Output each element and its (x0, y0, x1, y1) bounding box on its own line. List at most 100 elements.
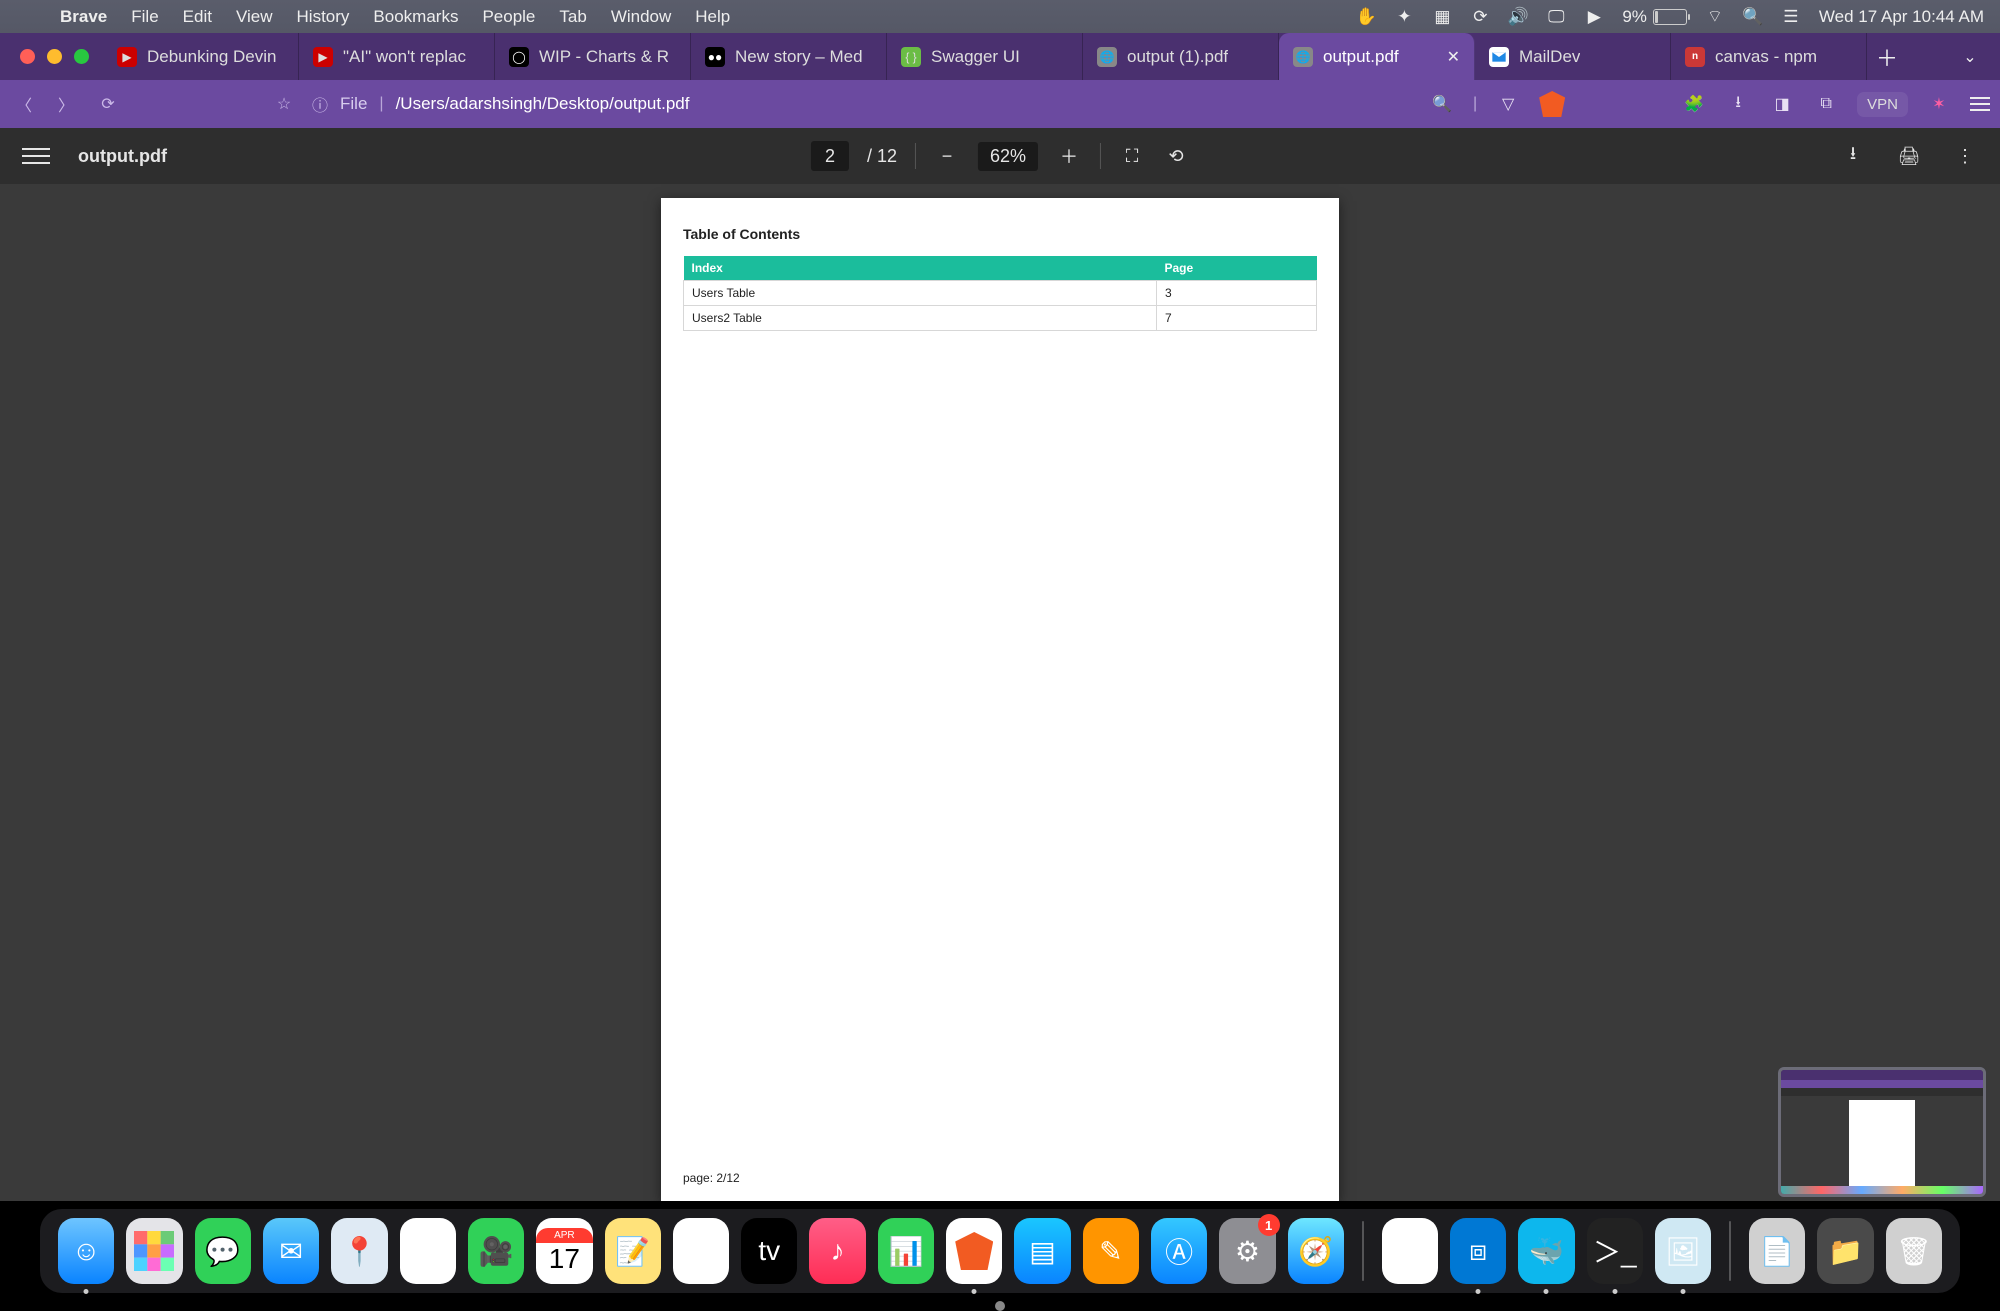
vpn-label: VPN (1867, 96, 1898, 113)
app-name[interactable]: Brave (60, 7, 107, 27)
battery-status[interactable]: 9% (1622, 7, 1687, 27)
brave-shields-icon[interactable] (1539, 91, 1565, 117)
close-tab-button[interactable]: ✕ (1447, 47, 1460, 67)
dock-terminal[interactable]: ＞_ (1587, 1218, 1643, 1284)
forward-button[interactable]: 〉 (52, 90, 80, 118)
dock-safari[interactable]: 🧭 (1288, 1218, 1344, 1284)
tab-maildev[interactable]: MailDev (1475, 33, 1671, 80)
dock-settings[interactable]: ⚙1 (1219, 1218, 1275, 1284)
dock-trash[interactable]: 🗑 (1886, 1218, 1942, 1284)
close-window-button[interactable] (20, 49, 35, 64)
tab-ai-wont-replace[interactable]: ▶ "AI" won't replac (299, 33, 495, 80)
dock-notes[interactable]: 📝 (605, 1218, 661, 1284)
menu-tab[interactable]: Tab (559, 7, 586, 27)
dock-facetime[interactable]: 🎥 (468, 1218, 524, 1284)
spotlight-icon[interactable]: 🔍 (1743, 7, 1763, 27)
zoom-out-button[interactable]: − (934, 143, 960, 169)
new-tab-button[interactable]: ＋ (1867, 33, 1907, 80)
menu-window[interactable]: Window (611, 7, 671, 27)
download-button[interactable]: ⭳ (1840, 143, 1866, 169)
tab-new-story-medium[interactable]: ●● New story – Med (691, 33, 887, 80)
dock-doc-stack[interactable]: 📄 (1749, 1218, 1805, 1284)
back-button[interactable]: 〈 (10, 90, 38, 118)
tab-canvas-npm[interactable]: n canvas - npm (1671, 33, 1867, 80)
dock-preview[interactable]: 🖼 (1655, 1218, 1711, 1284)
profile-icon[interactable]: ✶ (1926, 91, 1952, 117)
menu-people[interactable]: People (482, 7, 535, 27)
bookmark-button[interactable]: ☆ (270, 90, 298, 118)
dock-tv[interactable]: tv (741, 1218, 797, 1284)
dock-folder[interactable]: 📁 (1817, 1218, 1873, 1284)
toc-row: Users Table 3 (684, 281, 1317, 306)
dock-mail[interactable]: ✉ (263, 1218, 319, 1284)
zoom-in-button[interactable]: ＋ (1056, 143, 1082, 169)
site-info-icon[interactable]: ⓘ (312, 92, 328, 116)
zoom-level[interactable]: 62% (978, 142, 1038, 171)
fit-page-button[interactable]: ⛶ (1119, 143, 1145, 169)
dock-vscode[interactable]: ⧈ (1450, 1218, 1506, 1284)
tab-overflow-button[interactable]: ⌄ (1950, 33, 1990, 80)
address-bar[interactable]: ⓘ File | /Users/adarshsingh/Desktop/outp… (312, 92, 689, 116)
zoom-indicator-icon[interactable]: 🔍 (1429, 91, 1455, 117)
display-icon[interactable]: 🖵 (1546, 7, 1566, 27)
zoom-window-button[interactable] (74, 49, 89, 64)
menu-help[interactable]: Help (695, 7, 730, 27)
dock-launchpad[interactable] (126, 1218, 182, 1284)
volume-icon[interactable]: 🔊 (1508, 7, 1528, 27)
more-actions-button[interactable]: ⋮ (1952, 143, 1978, 169)
vpn-button[interactable]: VPN (1857, 92, 1908, 117)
wifi-icon[interactable]: ⌔ (1705, 7, 1725, 27)
pip-preview[interactable] (1778, 1067, 1986, 1197)
page-footer: page: 2/12 (683, 1171, 740, 1185)
dock-pages[interactable]: ✎ (1083, 1218, 1139, 1284)
menu-edit[interactable]: Edit (183, 7, 212, 27)
minimize-window-button[interactable] (47, 49, 62, 64)
tab-wip-charts[interactable]: ◯ WIP - Charts & R (495, 33, 691, 80)
dock-photos[interactable]: ✿ (400, 1218, 456, 1284)
dock-keynote[interactable]: ▤ (1014, 1218, 1070, 1284)
calendar-day: 17 (549, 1243, 580, 1275)
pdf-viewport[interactable]: Table of Contents Index Page Users Table… (0, 184, 2000, 1201)
menu-bookmarks[interactable]: Bookmarks (373, 7, 458, 27)
page-number-input[interactable]: 2 (811, 141, 849, 171)
menubar-clock[interactable]: Wed 17 Apr 10:44 AM (1819, 7, 1984, 27)
dock-music[interactable]: ♪ (809, 1218, 865, 1284)
control-center-icon[interactable]: ☰ (1781, 7, 1801, 27)
dock-finder[interactable]: ☺ (58, 1218, 114, 1284)
sidepanel-icon[interactable]: ◨ (1769, 91, 1795, 117)
extensions-icon[interactable]: 🧩 (1681, 91, 1707, 117)
tab-debunking-devin[interactable]: ▶ Debunking Devin (103, 33, 299, 80)
now-playing-icon[interactable]: ▶ (1584, 7, 1604, 27)
dock-maps[interactable]: 📍 (331, 1218, 387, 1284)
apple-logo-icon[interactable] (16, 7, 36, 27)
tab-label: MailDev (1519, 47, 1580, 67)
dock-brave[interactable] (946, 1218, 1002, 1284)
dock-appstore[interactable]: Ⓐ (1151, 1218, 1207, 1284)
reload-button[interactable]: ⟳ (94, 90, 122, 118)
main-menu-button[interactable] (1970, 97, 1990, 111)
pdf-sidebar-toggle[interactable] (22, 148, 50, 164)
stage-manager-icon[interactable]: ▦ (1432, 7, 1452, 27)
menu-history[interactable]: History (297, 7, 350, 27)
rotate-button[interactable]: ⟲ (1163, 143, 1189, 169)
tab-label: "AI" won't replac (343, 47, 466, 67)
rewards-icon[interactable]: ▽ (1495, 91, 1521, 117)
dock-copilot[interactable]: ✦ (1382, 1218, 1438, 1284)
sync-icon[interactable]: ⟳ (1470, 7, 1490, 27)
tab-output-pdf[interactable]: 🌐 output.pdf ✕ (1279, 33, 1475, 80)
print-button[interactable]: 🖨 (1896, 143, 1922, 169)
tab-output-1-pdf[interactable]: 🌐 output (1).pdf (1083, 33, 1279, 80)
tab-label: output (1).pdf (1127, 47, 1228, 67)
downloads-icon[interactable]: ⭳ (1725, 91, 1751, 117)
dock-messages[interactable]: 💬 (195, 1218, 251, 1284)
menu-file[interactable]: File (131, 7, 158, 27)
dock-numbers[interactable]: 📊 (878, 1218, 934, 1284)
hand-icon[interactable]: ✋ (1356, 7, 1376, 27)
copilot-icon[interactable]: ✦ (1394, 7, 1414, 27)
dock-calendar[interactable]: APR 17 (536, 1218, 592, 1284)
wallet-icon[interactable]: ⧉ (1813, 91, 1839, 117)
dock-docker[interactable]: 🐳 (1518, 1218, 1574, 1284)
tab-swagger-ui[interactable]: { } Swagger UI (887, 33, 1083, 80)
menu-view[interactable]: View (236, 7, 273, 27)
dock-freeform[interactable]: 〰 (673, 1218, 729, 1284)
